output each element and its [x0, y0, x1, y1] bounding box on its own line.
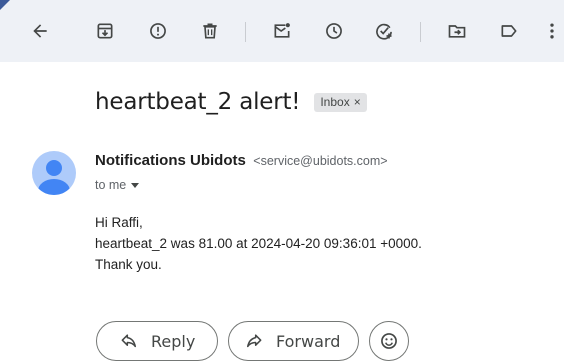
report-icon	[150, 23, 166, 39]
avatar-person-icon	[46, 160, 62, 176]
more-options-button[interactable]	[540, 19, 564, 43]
body-line: Thank you.	[95, 257, 162, 272]
toolbar-divider	[245, 22, 246, 42]
reply-icon	[121, 334, 136, 348]
remove-label-icon[interactable]: ×	[354, 95, 361, 109]
clock-icon	[326, 23, 342, 39]
forward-icon	[247, 334, 262, 348]
email-body: Hi Raffi, heartbeat_2 was 81.00 at 2024-…	[95, 212, 422, 275]
forward-button[interactable]: Forward	[228, 321, 359, 361]
window-corner-accent	[0, 0, 10, 10]
report-spam-button[interactable]	[146, 19, 170, 43]
email-subject-row: heartbeat_2 alert! Inbox ×	[95, 86, 367, 118]
inbox-label-chip[interactable]: Inbox ×	[314, 92, 367, 112]
email-subject: heartbeat_2 alert!	[95, 89, 301, 115]
sender-info: Notifications Ubidots <service@ubidots.c…	[95, 152, 388, 170]
more-vert-icon	[550, 23, 554, 39]
body-line: heartbeat_2 was 81.00 at 2024-04-20 09:3…	[95, 236, 422, 251]
archive-icon	[97, 23, 113, 39]
chevron-down-icon	[131, 183, 140, 188]
message-toolbar	[0, 0, 564, 62]
move-folder-icon	[448, 25, 466, 38]
snooze-button[interactable]	[322, 19, 346, 43]
delete-button[interactable]	[198, 19, 222, 43]
trash-icon	[203, 23, 217, 39]
add-task-icon	[376, 23, 392, 40]
smiley-icon	[381, 333, 397, 349]
sender-email: <service@ubidots.com>	[253, 154, 388, 168]
recipient-details-toggle[interactable]: to me	[95, 178, 140, 192]
label-icon	[501, 25, 517, 37]
sender-name[interactable]: Notifications Ubidots	[95, 152, 246, 169]
move-to-button[interactable]	[445, 19, 469, 43]
emoji-reaction-button[interactable]	[369, 321, 409, 361]
back-button[interactable]	[28, 19, 52, 43]
sender-avatar[interactable]	[32, 151, 76, 195]
forward-label: Forward	[276, 331, 341, 351]
recipient-text: to me	[95, 178, 127, 192]
mark-unread-icon	[274, 23, 290, 38]
reply-button[interactable]: Reply	[96, 321, 218, 361]
mark-unread-button[interactable]	[270, 19, 294, 43]
labels-button[interactable]	[497, 19, 521, 43]
reply-label: Reply	[151, 331, 196, 351]
body-line: Hi Raffi,	[95, 215, 143, 230]
add-to-tasks-button[interactable]	[372, 19, 396, 43]
toolbar-divider	[420, 22, 421, 42]
archive-button[interactable]	[93, 19, 117, 43]
label-chip-text: Inbox	[320, 95, 350, 109]
arrow-left-icon	[33, 24, 47, 38]
